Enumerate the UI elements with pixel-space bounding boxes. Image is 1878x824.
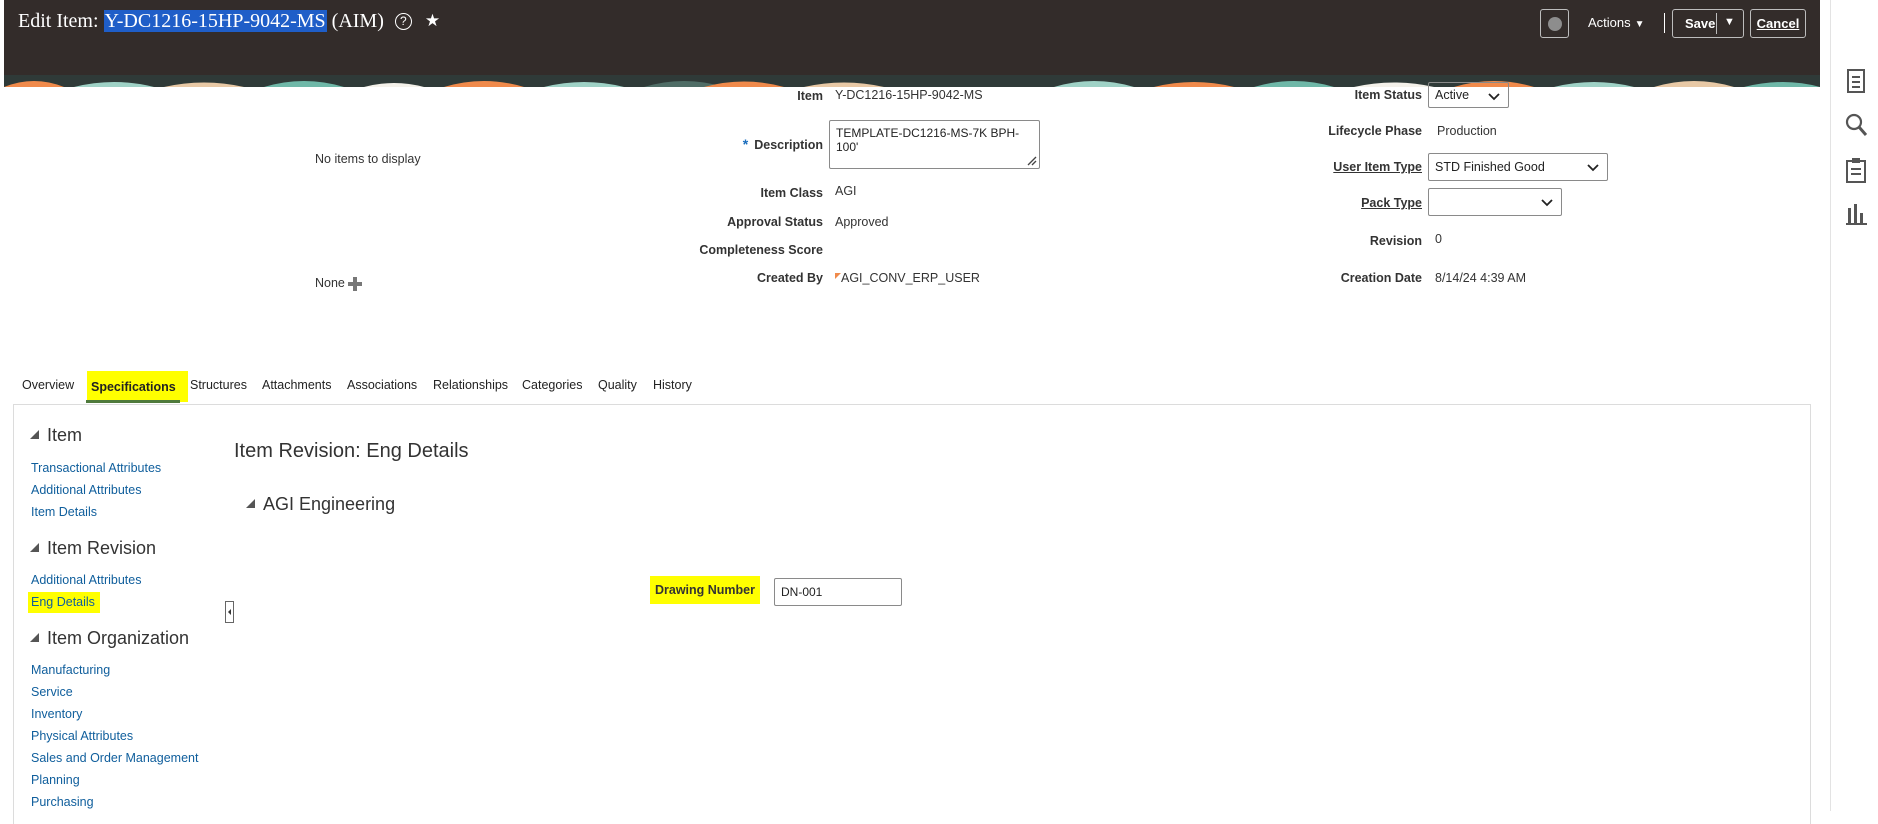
actions-label: Actions [1588,15,1631,30]
collapse-triangle-icon [246,499,255,508]
description-label: * Description [743,136,823,152]
help-icon[interactable]: ? [394,13,412,30]
revision-value: 0 [1435,232,1442,246]
description-value: TEMPLATE-DC1216-MS-7K BPH-100' [836,126,1020,154]
approval-status-value: Approved [835,215,889,229]
drawing-number-label: Drawing Number [650,576,760,604]
nav-link-additional-attributes[interactable]: Additional Attributes [31,483,142,497]
item-status-select[interactable]: Active [1428,82,1509,108]
nav-link-sales-and-order-management[interactable]: Sales and Order Management [31,751,198,765]
nav-section-item[interactable]: Item [30,425,82,446]
content-page-title: Item Revision: Eng Details [234,440,469,462]
item-status-label: Item Status [1354,88,1422,102]
nav-link-manufacturing[interactable]: Manufacturing [31,663,110,677]
title-suffix: (AIM) [331,10,384,32]
tab-structures[interactable]: Structures [190,378,247,392]
required-icon: * [742,136,749,152]
page-header: Edit Item: Y-DC1216-15HP-9042-MS (AIM) ?… [4,0,1820,87]
tab-quality[interactable]: Quality [598,378,637,392]
description-textarea[interactable]: TEMPLATE-DC1216-MS-7K BPH-100' [829,120,1040,169]
user-item-type-value: STD Finished Good [1435,160,1545,174]
globe-icon [1547,16,1562,31]
nav-link-physical-attributes[interactable]: Physical Attributes [31,729,133,743]
tab-categories[interactable]: Categories [522,378,582,392]
item-code-selected[interactable]: Y-DC1216-15HP-9042-MS [103,10,327,32]
chevron-down-icon [1541,199,1553,207]
collapse-triangle-icon [30,430,39,439]
collapse-triangle-icon [30,543,39,552]
collapse-left-icon [228,609,231,615]
item-label: Item [797,89,823,103]
pack-type-select[interactable] [1428,188,1562,216]
nav-link-planning[interactable]: Planning [31,773,80,787]
page-title: Edit Item: Y-DC1216-15HP-9042-MS (AIM) ?… [18,10,440,33]
panel-collapse-handle[interactable] [225,601,234,623]
revision-label: Revision [1369,234,1422,248]
nav-link-service[interactable]: Service [31,685,73,699]
tab-overview[interactable]: Overview [22,378,74,392]
nav-link-inventory[interactable]: Inventory [31,707,82,721]
creation-date-value: 8/14/24 4:39 AM [1435,271,1527,285]
tab-history[interactable]: History [653,378,692,392]
lifecycle-phase-value: Production [1437,124,1497,138]
document-icon[interactable] [1844,68,1868,94]
nav-link-revision-additional-attributes[interactable]: Additional Attributes [31,573,142,587]
nav-link-transactional-attributes[interactable]: Transactional Attributes [31,461,161,475]
tab-relationships[interactable]: Relationships [433,378,508,392]
right-toolbar [1830,0,1878,811]
none-label: None [315,276,345,290]
drawing-number-value: DN-001 [781,585,823,599]
bar-chart-icon[interactable] [1844,200,1868,226]
chevron-down-icon [1488,93,1500,101]
globe-button[interactable] [1540,9,1569,38]
created-by-text: AGI_CONV_ERP_USER [841,271,980,285]
completeness-score-label: Completeness Score [699,243,823,257]
split-divider [1716,13,1717,34]
item-class-value: AGI [835,184,857,198]
collapse-triangle-icon [30,633,39,642]
nav-section-item-revision[interactable]: Item Revision [30,538,156,559]
active-tab-indicator [86,400,180,403]
created-by-label: Created By [757,271,823,285]
description-label-text: Description [754,138,823,152]
tab-associations[interactable]: Associations [347,378,417,392]
nav-link-item-details[interactable]: Item Details [31,505,97,519]
decorative-banner [4,75,1820,87]
group-agi-engineering[interactable]: AGI Engineering [246,494,395,515]
title-prefix: Edit Item: [18,10,99,32]
save-button[interactable]: Save ▼ [1672,9,1744,38]
tab-attachments[interactable]: Attachments [262,378,331,392]
nav-section-item-organization[interactable]: Item Organization [30,628,189,649]
content-panel [13,404,1811,824]
chevron-down-icon: ▼ [1634,19,1645,30]
save-menu-chevron-icon[interactable]: ▼ [1724,16,1735,28]
created-by-value[interactable]: AGI_CONV_ERP_USER [835,271,980,285]
item-status-value: Active [1435,88,1470,102]
search-icon[interactable] [1844,112,1868,138]
user-item-type-select[interactable]: STD Finished Good [1428,153,1608,181]
tab-specifications[interactable]: Specifications [87,371,188,402]
creation-date-label: Creation Date [1340,271,1422,285]
favorite-star-icon[interactable]: ★ [425,11,440,30]
approval-status-label: Approval Status [727,215,823,229]
resize-grip-icon[interactable] [1027,156,1037,166]
no-items-text: No items to display [315,152,421,166]
plus-icon[interactable] [348,277,362,291]
lifecycle-phase-label: Lifecycle Phase [1328,124,1422,138]
drawing-number-input[interactable]: DN-001 [774,578,902,606]
cancel-button[interactable]: Cancel [1750,9,1806,38]
chevron-down-icon [1587,164,1599,172]
item-value: Y-DC1216-15HP-9042-MS [835,88,983,102]
nav-link-purchasing[interactable]: Purchasing [31,795,94,809]
user-item-type-label: User Item Type [1333,160,1422,174]
save-label: Save [1685,16,1716,31]
nav-link-eng-details[interactable]: Eng Details [28,592,100,613]
item-class-label: Item Class [760,186,823,200]
clipboard-icon[interactable] [1844,157,1868,183]
pack-type-label: Pack Type [1361,196,1422,210]
header-separator [1664,13,1665,33]
actions-menu[interactable]: Actions ▼ [1588,15,1645,30]
